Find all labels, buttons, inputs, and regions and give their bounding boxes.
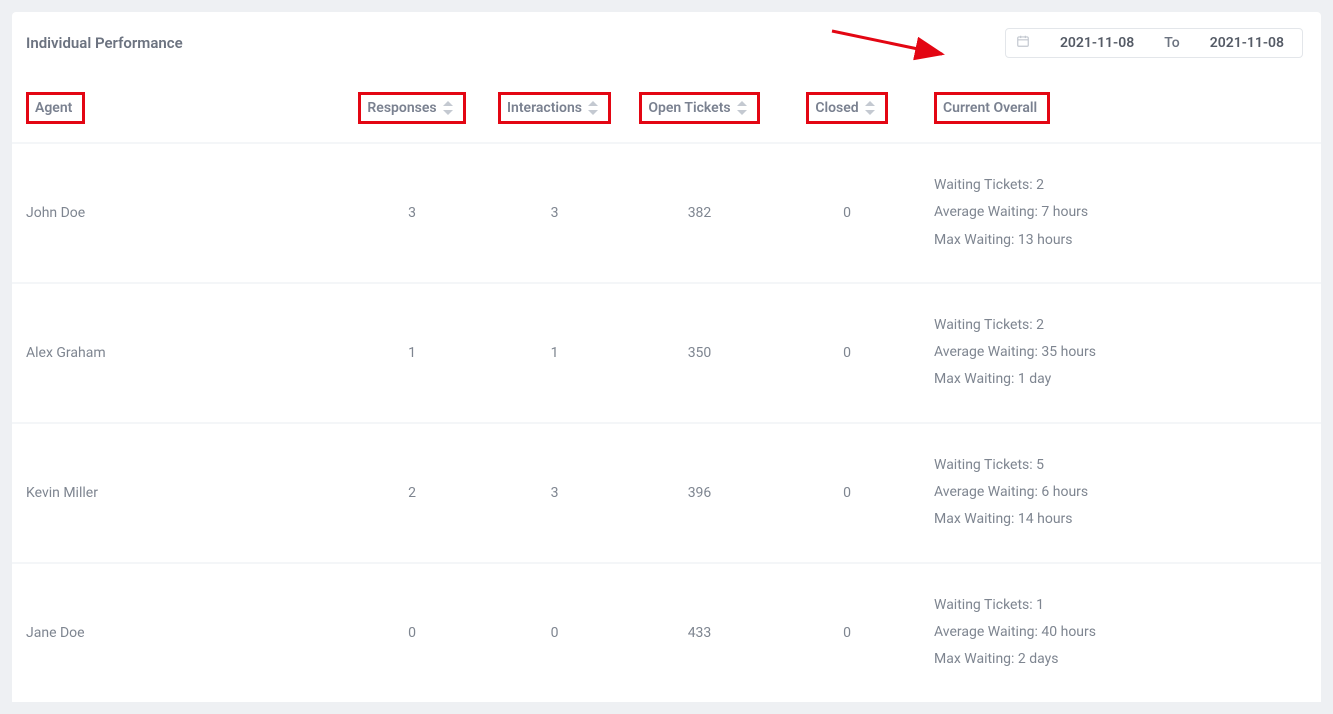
date-from: 2021-11-08 [1060,35,1134,51]
cell-responses: 0 [342,563,482,702]
avg-waiting-line: Average Waiting: 40 hours [934,619,1309,646]
sort-icon [588,101,598,115]
cell-open-tickets: 350 [627,283,772,423]
col-header-current-overall: Current Overall [922,74,1321,143]
avg-waiting-line: Average Waiting: 6 hours [934,479,1309,506]
cell-agent: Kevin Miller [12,423,342,563]
cell-responses: 1 [342,283,482,423]
table-row: Alex Graham113500Waiting Tickets: 2Avera… [12,283,1321,423]
cell-current-overall: Waiting Tickets: 1Average Waiting: 40 ho… [922,563,1321,702]
performance-panel: Individual Performance 2021-11-08 To 202… [12,12,1321,702]
waiting-tickets-line: Waiting Tickets: 5 [934,452,1309,479]
waiting-tickets-line: Waiting Tickets: 1 [934,592,1309,619]
cell-interactions: 1 [482,283,627,423]
cell-closed: 0 [772,143,922,283]
waiting-tickets-line: Waiting Tickets: 2 [934,172,1309,199]
date-range-picker[interactable]: 2021-11-08 To 2021-11-08 [1005,28,1303,58]
cell-responses: 3 [342,143,482,283]
avg-waiting-line: Average Waiting: 35 hours [934,339,1309,366]
col-label-current-overall: Current Overall [943,100,1037,116]
cell-open-tickets: 433 [627,563,772,702]
cell-closed: 0 [772,423,922,563]
cell-agent: Jane Doe [12,563,342,702]
performance-table: Agent Responses Interactions Open Ticket… [12,74,1321,702]
col-header-closed[interactable]: Closed [772,74,922,143]
max-waiting-line: Max Waiting: 14 hours [934,506,1309,533]
panel-title: Individual Performance [26,34,183,52]
waiting-tickets-line: Waiting Tickets: 2 [934,312,1309,339]
col-label-closed: Closed [815,100,858,116]
date-to: 2021-11-08 [1210,35,1284,51]
calendar-icon [1016,34,1030,52]
cell-closed: 0 [772,563,922,702]
sort-icon [737,101,747,115]
table-row: John Doe333820Waiting Tickets: 2Average … [12,143,1321,283]
cell-agent: John Doe [12,143,342,283]
max-waiting-line: Max Waiting: 1 day [934,366,1309,393]
col-label-responses: Responses [367,100,436,116]
cell-agent: Alex Graham [12,283,342,423]
col-header-responses[interactable]: Responses [342,74,482,143]
table-row: Jane Doe004330Waiting Tickets: 1Average … [12,563,1321,702]
sort-icon [865,101,875,115]
cell-closed: 0 [772,283,922,423]
cell-current-overall: Waiting Tickets: 2Average Waiting: 7 hou… [922,143,1321,283]
cell-open-tickets: 396 [627,423,772,563]
col-label-open-tickets: Open Tickets [648,100,730,116]
col-header-interactions[interactable]: Interactions [482,74,627,143]
max-waiting-line: Max Waiting: 13 hours [934,227,1309,254]
max-waiting-line: Max Waiting: 2 days [934,646,1309,673]
cell-current-overall: Waiting Tickets: 5Average Waiting: 6 hou… [922,423,1321,563]
cell-interactions: 3 [482,423,627,563]
avg-waiting-line: Average Waiting: 7 hours [934,199,1309,226]
cell-interactions: 0 [482,563,627,702]
date-to-label: To [1164,35,1180,51]
cell-open-tickets: 382 [627,143,772,283]
col-header-agent[interactable]: Agent [12,74,342,143]
sort-icon [443,101,453,115]
cell-current-overall: Waiting Tickets: 2Average Waiting: 35 ho… [922,283,1321,423]
col-header-open-tickets[interactable]: Open Tickets [627,74,772,143]
cell-responses: 2 [342,423,482,563]
cell-interactions: 3 [482,143,627,283]
col-label-agent: Agent [35,100,72,116]
col-label-interactions: Interactions [507,100,582,116]
table-row: Kevin Miller233960Waiting Tickets: 5Aver… [12,423,1321,563]
